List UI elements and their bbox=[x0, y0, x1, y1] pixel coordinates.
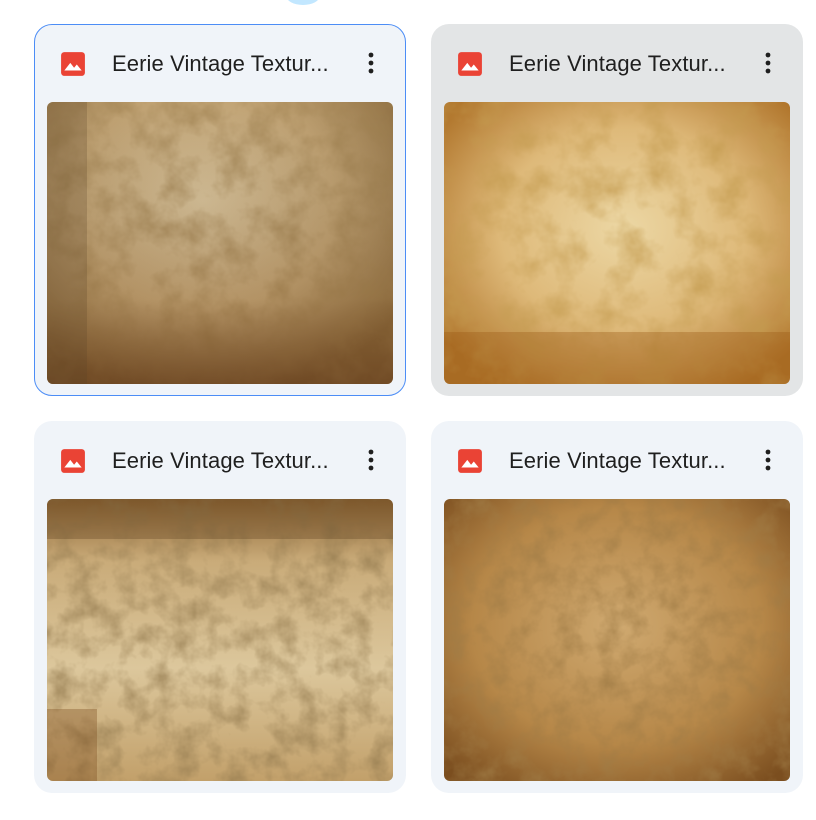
image-icon bbox=[458, 52, 482, 76]
file-name: Eerie Vintage Textur... bbox=[112, 448, 329, 473]
more-vert-icon bbox=[765, 52, 771, 74]
file-card-header: Eerie Vintage Textur... bbox=[432, 25, 802, 102]
file-name: Eerie Vintage Textur... bbox=[112, 51, 329, 76]
image-icon bbox=[61, 52, 85, 76]
file-card[interactable]: Eerie Vintage Textur... bbox=[431, 24, 803, 396]
more-actions-button[interactable] bbox=[355, 47, 387, 79]
file-card[interactable]: Eerie Vintage Textur... bbox=[34, 24, 406, 396]
more-vert-icon bbox=[368, 449, 374, 471]
more-actions-button[interactable] bbox=[355, 444, 387, 476]
file-thumbnail[interactable] bbox=[47, 499, 393, 781]
file-name: Eerie Vintage Textur... bbox=[509, 51, 726, 76]
image-icon bbox=[61, 449, 85, 473]
file-card-header: Eerie Vintage Textur... bbox=[35, 25, 405, 102]
file-grid-page: Eerie Vintage Textur... Eerie Vintage Te… bbox=[0, 0, 816, 820]
file-card-header: Eerie Vintage Textur... bbox=[432, 422, 802, 499]
file-card[interactable]: Eerie Vintage Textur... bbox=[431, 421, 803, 793]
file-grid: Eerie Vintage Textur... Eerie Vintage Te… bbox=[34, 24, 803, 793]
more-actions-button[interactable] bbox=[752, 444, 784, 476]
file-name: Eerie Vintage Textur... bbox=[509, 448, 726, 473]
more-vert-icon bbox=[368, 52, 374, 74]
more-actions-button[interactable] bbox=[752, 47, 784, 79]
scroll-indicator bbox=[286, 0, 320, 5]
file-thumbnail[interactable] bbox=[444, 102, 790, 384]
file-card-header: Eerie Vintage Textur... bbox=[35, 422, 405, 499]
more-vert-icon bbox=[765, 449, 771, 471]
file-thumbnail[interactable] bbox=[444, 499, 790, 781]
file-thumbnail[interactable] bbox=[47, 102, 393, 384]
image-icon bbox=[458, 449, 482, 473]
file-card[interactable]: Eerie Vintage Textur... bbox=[34, 421, 406, 793]
